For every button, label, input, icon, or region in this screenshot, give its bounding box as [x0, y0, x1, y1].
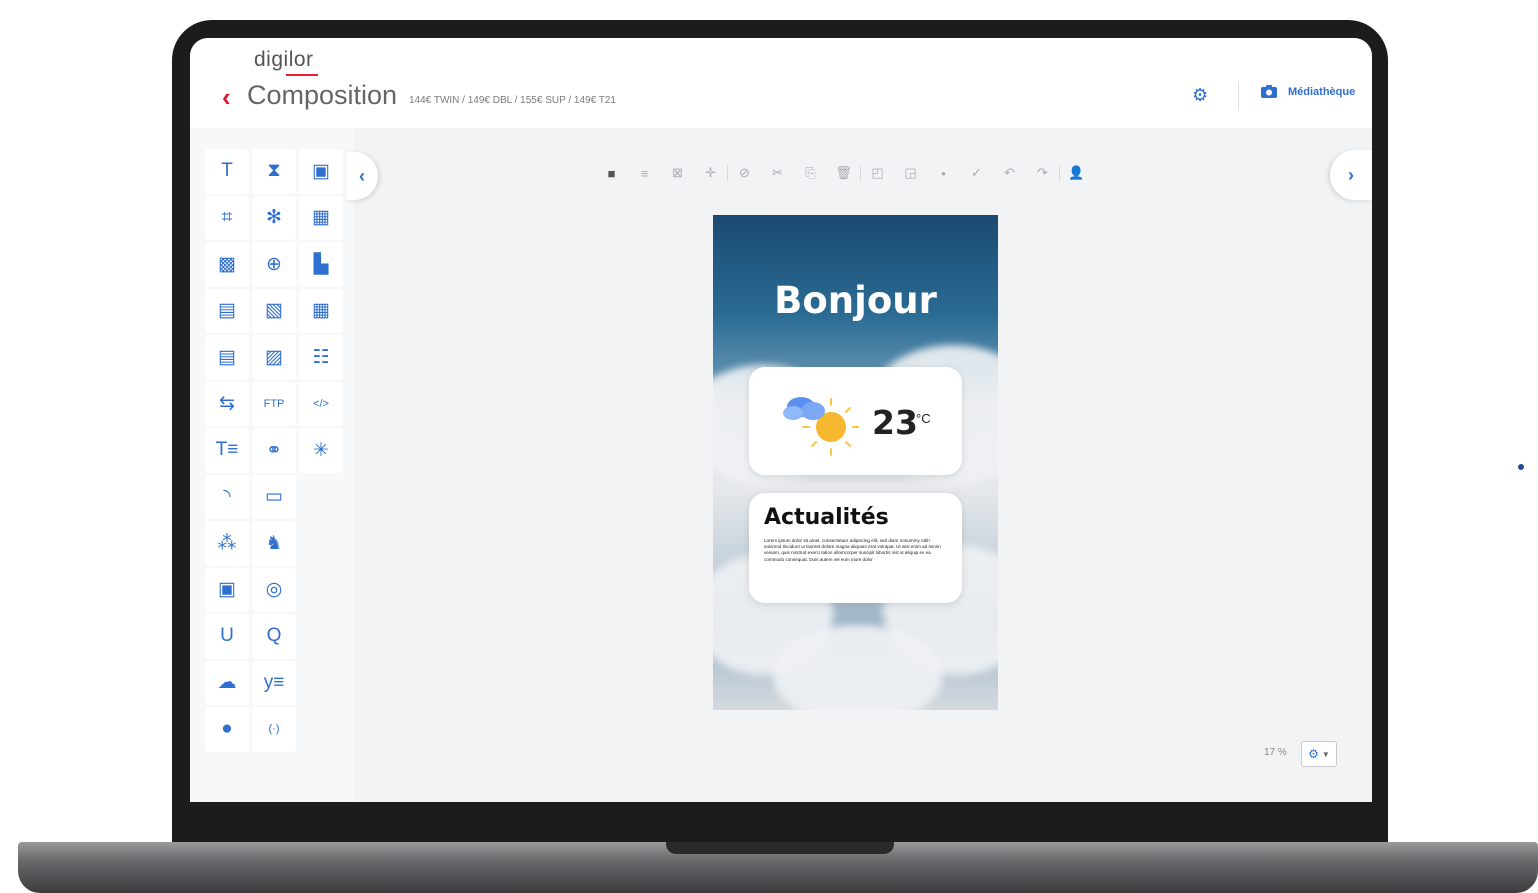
text-tool-icon[interactable]: T	[205, 149, 249, 194]
instagram-tool-icon[interactable]: ◎	[252, 567, 296, 612]
copy-style-button[interactable]: ⊘	[728, 162, 761, 184]
cut-button[interactable]: ✂	[761, 162, 794, 184]
temperature-value: 23	[872, 403, 918, 442]
collapse-left-button[interactable]: ‹	[346, 152, 378, 200]
widget-sidebar: T ⧗ ▣ ⌗ ✻ ▦ ▩ ⊕ ▙ ▤ ▧ ▦ ▤ ▨ ☷ ⇆ FTP </> T≡ ⚭ ✳ ◝ ▭ ⁂ ♞ ▣ ◎ U Q ☁ y≡ ● (·…	[190, 128, 354, 802]
hourglass-tool-icon[interactable]: ⧗	[252, 149, 296, 194]
send-backward-button[interactable]: ◲	[894, 162, 927, 184]
rss-tool-icon[interactable]: ◝	[205, 474, 249, 519]
code-tool-icon[interactable]: </>	[299, 381, 343, 426]
media-library-button[interactable]: Médiathèque	[1260, 84, 1355, 99]
image-tool-icon[interactable]: ▩	[205, 242, 249, 287]
temperature-unit: °C	[916, 411, 931, 426]
palette-empty-slot	[299, 521, 343, 566]
news-widget[interactable]: Actualités Lorem ipsum dolor sit amet, c…	[749, 493, 962, 603]
back-icon[interactable]: ‹	[222, 82, 231, 113]
screen-tool-icon[interactable]: ▭	[252, 474, 296, 519]
youtube-tool-icon[interactable]: ▣	[205, 567, 249, 612]
page-subtitle: 144€ TWIN / 149€ DBL / 155€ SUP / 149€ T…	[409, 95, 616, 106]
text-format-tool-icon[interactable]: T≡	[205, 428, 249, 473]
loader-tool-icon[interactable]: ✳	[299, 428, 343, 473]
weather-tool-icon[interactable]: ☁	[205, 660, 249, 705]
table-tool-icon[interactable]: ▦	[299, 288, 343, 333]
laptop-hinge	[666, 842, 894, 854]
globe-tool-icon[interactable]: ⊕	[252, 242, 296, 287]
brand-underline	[286, 74, 318, 76]
q-tool-icon[interactable]: Q	[252, 614, 296, 659]
undo-button[interactable]: ↶	[993, 162, 1026, 184]
redo-button[interactable]: ↷	[1026, 162, 1059, 184]
video-tool-icon[interactable]: ▤	[205, 288, 249, 333]
media-library-label: Médiathèque	[1288, 85, 1356, 98]
gear-icon[interactable]: ⚙	[1192, 86, 1208, 104]
u-badge-tool-icon[interactable]: U	[205, 614, 249, 659]
twitter-tool-icon[interactable]: ♞	[252, 521, 296, 566]
app-screen: digilor ‹ Composition 144€ TWIN / 149€ D…	[190, 38, 1372, 802]
news-title: Actualités	[764, 505, 889, 530]
yammer-tool-icon[interactable]: y≡	[252, 660, 296, 705]
palette-empty-slot	[299, 568, 343, 613]
clock-tool-icon[interactable]: ●	[205, 707, 249, 752]
frame-button[interactable]: ⊠	[661, 162, 694, 184]
partly-sunny-icon	[783, 397, 859, 456]
collapse-right-button[interactable]: ›	[1330, 150, 1372, 200]
users-tool-icon[interactable]: ☷	[299, 335, 343, 380]
composition-canvas[interactable]: Bonjour 23 °C Actualités Lorem ipsum dol…	[713, 215, 998, 710]
calendar-tool-icon[interactable]: ▦	[299, 195, 343, 240]
zoom-settings-button[interactable]: ⚙ ▼	[1301, 741, 1337, 767]
zoom-level: 17 %	[1264, 747, 1287, 758]
paste-button[interactable]: ⎘	[794, 162, 827, 184]
widget-palette: T ⧗ ▣ ⌗ ✻ ▦ ▩ ⊕ ▙ ▤ ▧ ▦ ▤ ▨ ☷ ⇆ FTP </> T≡ ⚭ ✳ ◝ ▭ ⁂ ♞ ▣ ◎ U Q ☁ y≡ ● (·…	[204, 148, 344, 753]
align-button[interactable]: ≡	[628, 162, 661, 184]
layout-tool-icon[interactable]: ⌗	[205, 195, 249, 240]
qr-tool-icon[interactable]: ⁂	[205, 521, 249, 566]
users-button[interactable]: 👤	[1060, 162, 1093, 184]
greeting-text[interactable]: Bonjour	[713, 279, 998, 322]
image-transfer-tool-icon[interactable]: ▨	[252, 335, 296, 380]
camera-icon	[1261, 85, 1277, 98]
select-tool-button[interactable]: ■	[595, 162, 628, 184]
brand-logo: digilor	[254, 48, 314, 71]
palette-empty-slot	[299, 707, 343, 752]
check-button[interactable]: ✓	[960, 162, 993, 184]
link-tool-icon[interactable]: ⚭	[252, 428, 296, 473]
broadcast-tool-icon[interactable]: (·)	[252, 707, 296, 752]
palette-empty-slot	[299, 661, 343, 706]
palette-empty-slot	[299, 475, 343, 520]
chart-tool-icon[interactable]: ▙	[299, 242, 343, 287]
gear-icon: ⚙	[1308, 747, 1319, 761]
page-title: Composition	[247, 80, 398, 110]
news-body: Lorem ipsum dolor sit amet, consectetuer…	[764, 538, 941, 562]
image-gallery-tool-icon[interactable]: ▣	[299, 149, 343, 194]
chevron-down-icon: ▼	[1321, 749, 1330, 759]
decorative-dot	[1518, 464, 1524, 470]
weather-widget[interactable]: 23 °C	[749, 367, 962, 475]
delete-button[interactable]: 🗑	[827, 162, 860, 184]
document-tool-icon[interactable]: ▤	[205, 335, 249, 380]
image-add-tool-icon[interactable]: ▧	[252, 288, 296, 333]
move-button[interactable]: ✛	[694, 162, 727, 184]
ftp-tool-icon[interactable]: FTP	[252, 381, 296, 426]
app-header: digilor ‹ Composition 144€ TWIN / 149€ D…	[190, 38, 1372, 128]
point-button[interactable]: •	[927, 162, 960, 184]
palette-empty-slot	[299, 614, 343, 659]
bring-forward-button[interactable]: ◰	[861, 162, 894, 184]
header-divider	[1238, 82, 1239, 110]
people-tool-icon[interactable]: ✻	[252, 195, 296, 240]
editor-toolbar: ■ ≡ ⊠ ✛ ⊘ ✂ ⎘ 🗑 ◰ ◲ • ✓ ↶ ↷ 👤	[595, 162, 1093, 184]
translate-tool-icon[interactable]: ⇆	[205, 381, 249, 426]
